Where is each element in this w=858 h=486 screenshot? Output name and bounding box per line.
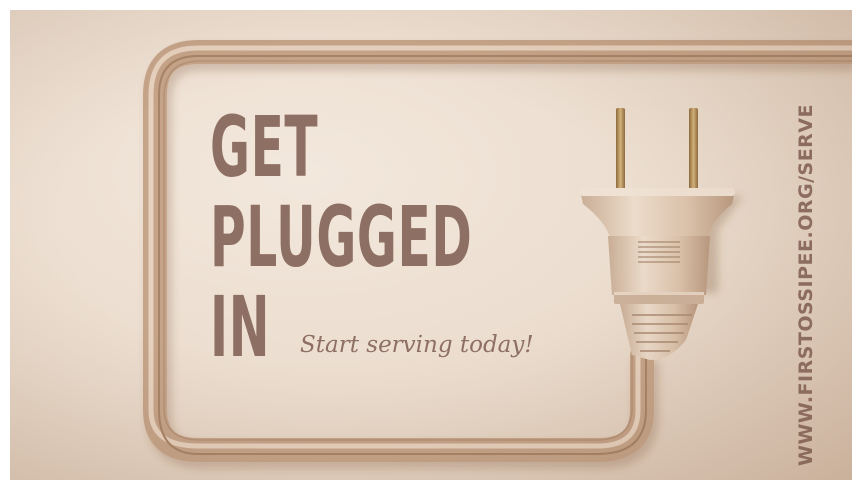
- headline-line-2: PLUGGED: [210, 188, 473, 286]
- plug-prongs: [616, 108, 698, 200]
- headline-line-1: GET: [210, 98, 319, 196]
- website-url: WWW.FIRSTOSSIPEE.ORG/SERVE: [795, 104, 817, 466]
- promo-graphic: GET PLUGGED IN Start serving today! WWW.…: [10, 10, 852, 480]
- headline-line-3: IN: [210, 278, 271, 376]
- tagline: Start serving today!: [300, 332, 534, 358]
